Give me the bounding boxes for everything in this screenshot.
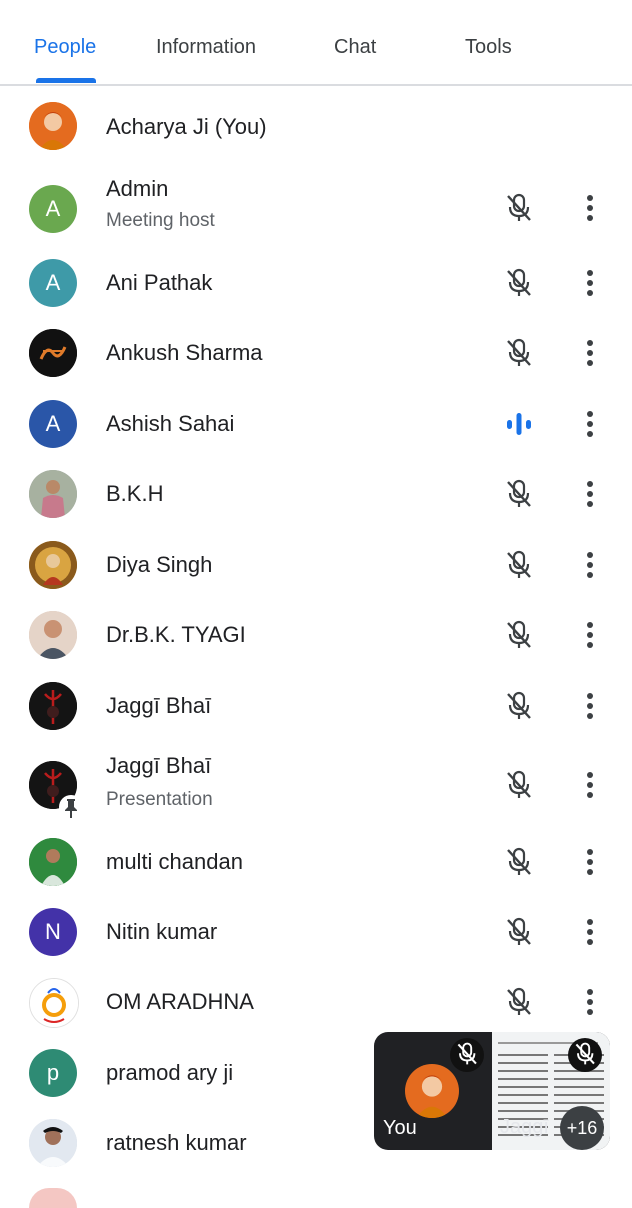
participant-row[interactable]: Jaggī Bhaī Presentation xyxy=(0,746,632,824)
more-options-icon[interactable] xyxy=(580,409,600,439)
participant-row[interactable]: A Ani Pathak xyxy=(0,248,632,318)
tab-bar: People Information Chat Tools xyxy=(0,0,632,86)
mic-off-icon[interactable] xyxy=(505,479,533,509)
avatar: A xyxy=(29,259,77,307)
avatar: A xyxy=(29,185,77,233)
avatar xyxy=(29,102,77,150)
participant-name: B.K.H xyxy=(106,481,164,506)
more-options-icon[interactable] xyxy=(580,193,600,223)
avatar xyxy=(29,329,77,377)
avatar xyxy=(29,470,77,518)
mic-off-icon xyxy=(450,1038,484,1072)
participant-name: Ani Pathak xyxy=(106,270,213,295)
more-options-icon[interactable] xyxy=(580,479,600,509)
participant-name: pramod ary ji xyxy=(106,1060,234,1085)
more-options-icon[interactable] xyxy=(580,987,600,1017)
participant-subtitle: Presentation xyxy=(106,789,213,810)
participant-row[interactable]: multi chandan xyxy=(0,827,632,897)
pip-presenter-label: Jaggī xyxy=(500,1116,549,1138)
more-options-icon[interactable] xyxy=(580,770,600,800)
participant-name: ratnesh kumar xyxy=(106,1130,247,1155)
mic-off-icon[interactable] xyxy=(505,987,533,1017)
participant-name: Acharya Ji (You) xyxy=(106,114,267,139)
mic-off-icon[interactable] xyxy=(505,620,533,650)
participant-row[interactable]: A Admin Meeting host xyxy=(0,171,632,247)
participant-row[interactable]: N Nitin kumar xyxy=(0,897,632,967)
avatar xyxy=(29,1119,77,1167)
avatar xyxy=(29,1188,77,1208)
mic-off-icon xyxy=(568,1038,602,1072)
participant-name: Jaggī Bhaī xyxy=(106,693,212,718)
avatar: N xyxy=(29,908,77,956)
participant-name: Nitin kumar xyxy=(106,919,218,944)
more-options-icon[interactable] xyxy=(580,691,600,721)
more-options-icon[interactable] xyxy=(580,338,600,368)
more-participants-badge[interactable]: +16 xyxy=(560,1106,604,1150)
more-options-icon[interactable] xyxy=(580,268,600,298)
participant-name: multi chandan xyxy=(106,849,243,874)
tab-information[interactable]: Information xyxy=(156,36,256,59)
participant-row[interactable]: Dr.B.K. TYAGI xyxy=(0,600,632,670)
active-tab-indicator xyxy=(36,78,96,83)
mic-off-icon[interactable] xyxy=(505,193,533,223)
pip-self-tile: You xyxy=(374,1032,492,1150)
avatar: A xyxy=(29,400,77,448)
mic-off-icon[interactable] xyxy=(505,338,533,368)
avatar xyxy=(29,682,77,730)
participant-name: OM ARADHNA xyxy=(106,989,254,1014)
participant-name: Ankush Sharma xyxy=(106,340,263,365)
avatar: p xyxy=(29,1049,77,1097)
participant-subtitle: Meeting host xyxy=(106,210,215,231)
participant-row[interactable]: OM ARADHNA xyxy=(0,967,632,1037)
participant-name: Diya Singh xyxy=(106,552,213,577)
avatar xyxy=(29,978,79,1028)
mic-off-icon[interactable] xyxy=(505,917,533,947)
pin-icon xyxy=(59,795,83,819)
pip-self-label: You xyxy=(383,1117,417,1139)
avatar xyxy=(29,541,77,589)
participant-name: Jaggī Bhaī xyxy=(106,753,212,778)
avatar xyxy=(29,838,77,886)
mic-off-icon[interactable] xyxy=(505,691,533,721)
mic-off-icon[interactable] xyxy=(505,770,533,800)
participant-name: Ashish Sahai xyxy=(106,411,235,436)
participant-row[interactable]: Jaggī Bhaī xyxy=(0,671,632,741)
speaking-indicator-icon xyxy=(507,413,531,435)
participant-row[interactable]: A Ashish Sahai xyxy=(0,389,632,459)
participant-row[interactable]: Acharya Ji (You) xyxy=(0,91,632,161)
participant-row[interactable]: Ankush Sharma xyxy=(0,318,632,388)
more-options-icon[interactable] xyxy=(580,550,600,580)
participant-row[interactable]: Diya Singh xyxy=(0,530,632,600)
avatar xyxy=(405,1064,459,1118)
more-options-icon[interactable] xyxy=(580,847,600,877)
participant-name: Admin xyxy=(106,176,169,201)
mic-off-icon[interactable] xyxy=(505,847,533,877)
tab-tools[interactable]: Tools xyxy=(465,36,512,59)
tab-people[interactable]: People xyxy=(34,36,96,59)
participant-name: Dr.B.K. TYAGI xyxy=(106,622,246,647)
mic-off-icon[interactable] xyxy=(505,268,533,298)
more-options-icon[interactable] xyxy=(580,620,600,650)
participant-row[interactable]: B.K.H xyxy=(0,459,632,529)
mic-off-icon[interactable] xyxy=(505,550,533,580)
more-options-icon[interactable] xyxy=(580,917,600,947)
tab-chat[interactable]: Chat xyxy=(334,36,376,59)
avatar xyxy=(29,611,77,659)
